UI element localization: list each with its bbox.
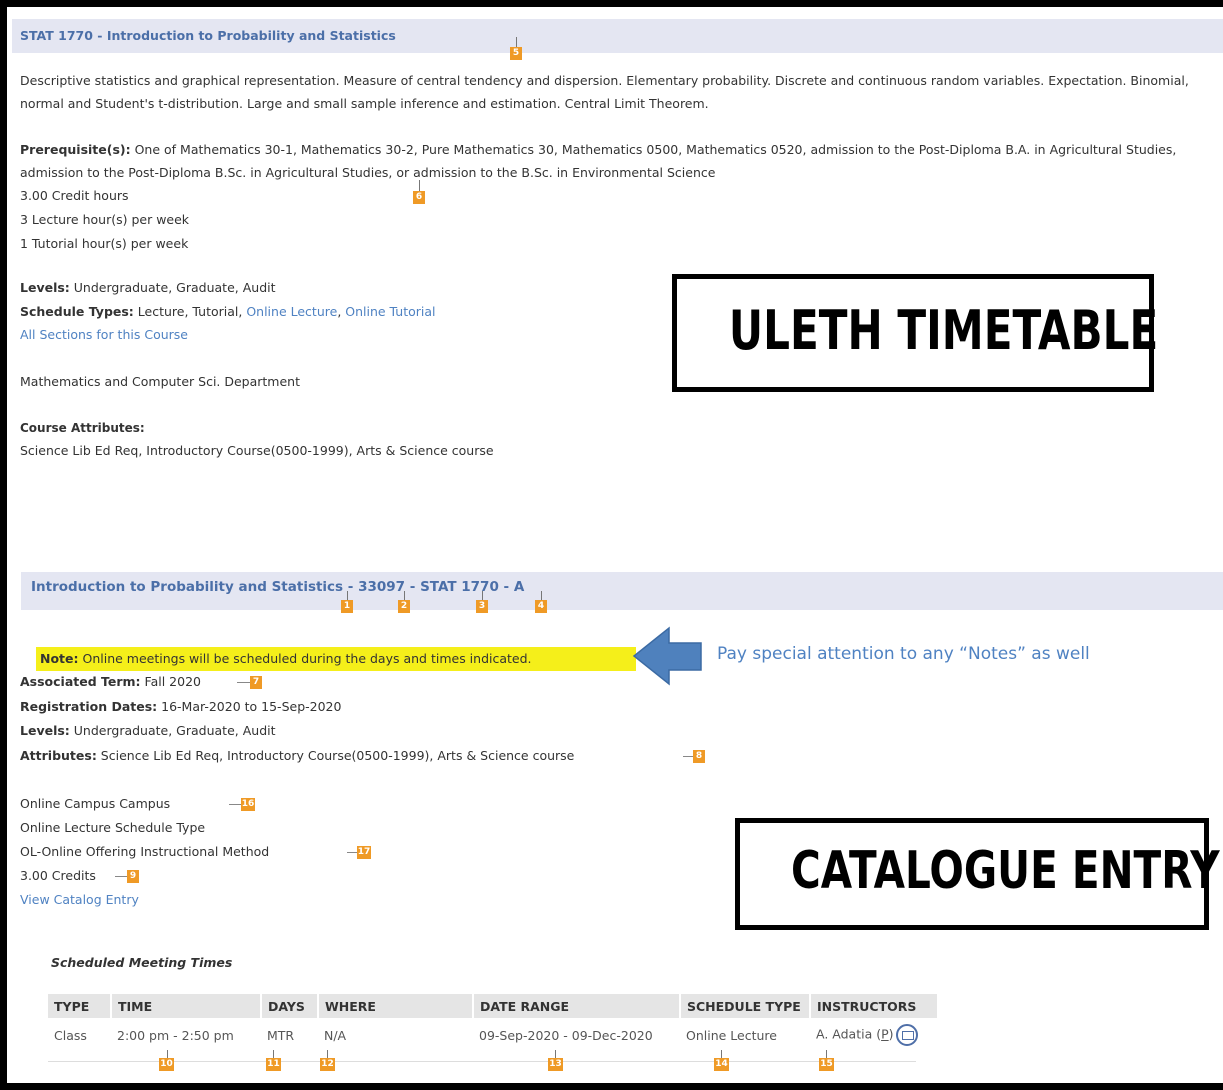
col-where[interactable]: WHERE bbox=[318, 994, 474, 1018]
associated-term: Associated Term: Fall 2020 bbox=[20, 674, 201, 690]
col-days[interactable]: DAYS bbox=[261, 994, 319, 1018]
annotation-badge-13: 13 bbox=[548, 1058, 563, 1071]
course-description: Descriptive statistics and graphical rep… bbox=[20, 73, 1189, 111]
badge-9-pointer bbox=[115, 876, 127, 877]
levels-label: Levels: bbox=[20, 280, 70, 295]
cell-days: MTR bbox=[267, 1027, 295, 1043]
badge-7-pointer bbox=[237, 682, 250, 683]
section-levels-label: Levels: bbox=[20, 723, 70, 738]
instructor-name-end: ) bbox=[888, 1026, 894, 1042]
section-header-title[interactable]: Introduction to Probability and Statisti… bbox=[31, 579, 524, 595]
department: Mathematics and Computer Sci. Department bbox=[20, 374, 300, 389]
table-bottom-rule bbox=[48, 1061, 916, 1062]
levels-value: Undergraduate, Graduate, Audit bbox=[69, 280, 276, 295]
col-time[interactable]: TIME bbox=[111, 994, 262, 1018]
catalogue-entry-label-box: CATALOGUE ENTRY bbox=[735, 818, 1220, 930]
cell-date-range: 09-Sep-2020 - 09-Dec-2020 bbox=[479, 1027, 653, 1043]
prereq-label: Prerequisite(s): bbox=[20, 142, 131, 157]
col-instructors[interactable]: INSTRUCTORS bbox=[810, 994, 939, 1018]
course-levels: Levels: Undergraduate, Graduate, Audit bbox=[20, 280, 276, 296]
section-levels-value: Undergraduate, Graduate, Audit bbox=[69, 723, 276, 738]
catalogue-entry-label: CATALOGUE ENTRY bbox=[791, 841, 1220, 901]
badge-17-pointer bbox=[347, 852, 357, 853]
credit-hours: 3.00 Credit hours bbox=[20, 188, 129, 203]
col-date-range[interactable]: DATE RANGE bbox=[473, 994, 681, 1018]
annotation-badge-6: 6 bbox=[413, 191, 425, 204]
badge-16-pointer bbox=[229, 804, 241, 805]
attributes-label: Attributes: bbox=[20, 748, 97, 763]
annotation-badge-8: 8 bbox=[693, 750, 705, 763]
cell-type: Class bbox=[54, 1027, 87, 1043]
credits: 3.00 Credits bbox=[20, 868, 96, 883]
prereq-text: One of Mathematics 30-1, Mathematics 30-… bbox=[20, 142, 1177, 180]
meeting-times-table: TYPE TIME DAYS WHERE DATE RANGE SCHEDULE… bbox=[48, 994, 939, 1052]
email-envelope-icon[interactable] bbox=[895, 1024, 918, 1046]
view-catalog-entry-link[interactable]: View Catalog Entry bbox=[20, 892, 139, 908]
cell-time: 2:00 pm - 2:50 pm bbox=[117, 1027, 234, 1043]
cell-instructors: A. Adatia (P) bbox=[810, 1018, 938, 1052]
lecture-hours: 3 Lecture hour(s) per week bbox=[20, 212, 190, 227]
schedule-types-label: Schedule Types: bbox=[20, 304, 134, 319]
annotation-badge-14: 14 bbox=[714, 1058, 729, 1071]
course-attributes-label: Course Attributes: bbox=[20, 421, 145, 435]
prerequisites: Prerequisite(s): One of Mathematics 30-1… bbox=[20, 138, 1215, 184]
campus: Online Campus Campus bbox=[20, 796, 171, 811]
uleth-timetable-label-box: ULETH TIMETABLE bbox=[672, 274, 1159, 392]
online-lecture-link[interactable]: Online Lecture bbox=[246, 304, 337, 319]
annotation-badge-7: 7 bbox=[250, 676, 262, 689]
table-header-row: TYPE TIME DAYS WHERE DATE RANGE SCHEDULE… bbox=[48, 994, 939, 1018]
reg-value: 16-Mar-2020 to 15-Sep-2020 bbox=[157, 699, 342, 714]
annotation-badge-15: 15 bbox=[819, 1058, 834, 1071]
section-note: Note: Online meetings will be scheduled … bbox=[40, 651, 532, 666]
annotation-badge-5: 5 bbox=[510, 47, 522, 60]
annotation-badge-17: 17 bbox=[357, 846, 371, 859]
annotation-badge-3: 3 bbox=[476, 600, 488, 613]
col-schedule-type[interactable]: SCHEDULE TYPE bbox=[680, 994, 811, 1018]
cell-where: N/A bbox=[324, 1027, 347, 1043]
badge-8-pointer bbox=[683, 756, 693, 757]
attributes-value: Science Lib Ed Req, Introductory Course(… bbox=[96, 748, 575, 763]
primary-instructor-marker: P bbox=[881, 1026, 889, 1042]
reg-label: Registration Dates: bbox=[20, 699, 158, 714]
section-attributes: Attributes: Science Lib Ed Req, Introduc… bbox=[20, 748, 574, 764]
annotation-badge-12: 12 bbox=[320, 1058, 335, 1071]
col-type[interactable]: TYPE bbox=[48, 994, 112, 1018]
term-value: Fall 2020 bbox=[140, 674, 201, 689]
left-arrow-icon bbox=[632, 626, 702, 686]
schedule-types-plain: Lecture, Tutorial, bbox=[133, 304, 247, 319]
table-row: Class 2:00 pm - 2:50 pm MTR N/A 09-Sep-2… bbox=[48, 1018, 938, 1052]
note-text: Online meetings will be scheduled during… bbox=[78, 651, 532, 666]
course-attributes-value: Science Lib Ed Req, Introductory Course(… bbox=[20, 443, 494, 458]
section-header-band: Introduction to Probability and Statisti… bbox=[21, 572, 1223, 610]
course-header-title[interactable]: STAT 1770 - Introduction to Probability … bbox=[20, 28, 396, 43]
online-tutorial-link[interactable]: Online Tutorial bbox=[345, 304, 435, 319]
meeting-times-title: Scheduled Meeting Times bbox=[51, 955, 233, 970]
annotation-badge-1: 1 bbox=[341, 600, 353, 613]
course-header-band: STAT 1770 - Introduction to Probability … bbox=[12, 19, 1223, 53]
tutorial-hours: 1 Tutorial hour(s) per week bbox=[20, 236, 189, 251]
annotation-badge-4: 4 bbox=[535, 600, 547, 613]
annotation-badge-9: 9 bbox=[127, 870, 139, 883]
instructor-name[interactable]: A. Adatia ( bbox=[816, 1027, 881, 1042]
annotation-badge-10: 10 bbox=[159, 1058, 174, 1071]
uleth-timetable-label: ULETH TIMETABLE bbox=[728, 299, 1159, 362]
all-sections-link[interactable]: All Sections for this Course bbox=[20, 327, 188, 343]
section-levels: Levels: Undergraduate, Graduate, Audit bbox=[20, 723, 276, 739]
annotation-badge-2: 2 bbox=[398, 600, 410, 613]
registration-dates: Registration Dates: 16-Mar-2020 to 15-Se… bbox=[20, 699, 341, 715]
instructional-method: OL-Online Offering Instructional Method bbox=[20, 844, 270, 859]
annotation-badge-16: 16 bbox=[241, 798, 255, 811]
notes-callout-text: Pay special attention to any “Notes” as … bbox=[717, 644, 1090, 664]
note-label: Note: bbox=[40, 651, 79, 666]
cell-schedule-type: Online Lecture bbox=[686, 1027, 777, 1043]
annotation-badge-11: 11 bbox=[266, 1058, 281, 1071]
schedule-types: Schedule Types: Lecture, Tutorial, Onlin… bbox=[20, 304, 436, 320]
schedule-type: Online Lecture Schedule Type bbox=[20, 820, 206, 835]
term-label: Associated Term: bbox=[20, 674, 141, 689]
screenshot-frame: STAT 1770 - Introduction to Probability … bbox=[0, 0, 1223, 1090]
